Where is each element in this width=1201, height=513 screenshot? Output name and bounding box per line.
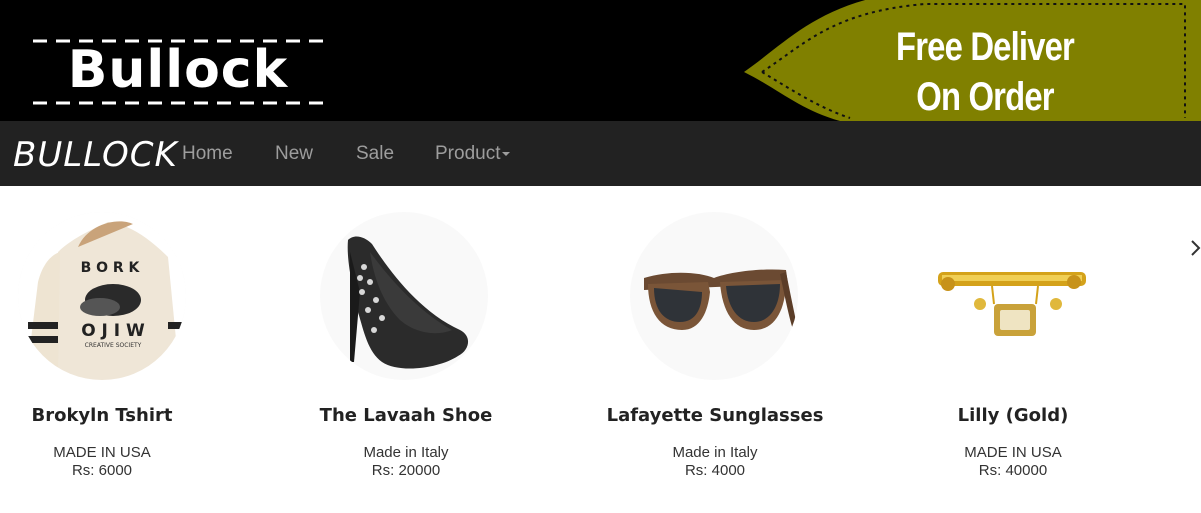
- tshirt-image[interactable]: B O R K O J I W CREATIVE SOCIETY: [18, 212, 186, 380]
- product-name[interactable]: Brokyln Tshirt: [0, 404, 247, 428]
- svg-text:O J I W: O J I W: [81, 321, 145, 341]
- nav-product-dropdown[interactable]: Product: [435, 142, 511, 166]
- gold-watch-illustration: [938, 272, 1086, 336]
- svg-text:B O R K: B O R K: [81, 260, 141, 276]
- sunglasses-illustration: [644, 269, 798, 332]
- banner-logo[interactable]: Bullock: [28, 34, 334, 110]
- product-name[interactable]: Lilly (Gold): [868, 404, 1158, 428]
- caret-down-icon: [502, 151, 511, 156]
- tshirt-illustration: B O R K O J I W CREATIVE SOCIETY: [18, 212, 186, 380]
- nav-new[interactable]: New: [275, 142, 313, 166]
- nav-sale[interactable]: Sale: [356, 142, 394, 166]
- product-price: Rs: 20000: [371, 462, 441, 479]
- sunglasses-image[interactable]: [630, 212, 798, 380]
- product-origin: MADE IN USA: [53, 444, 151, 461]
- shoe-illustration: [347, 236, 469, 369]
- promo-badge[interactable]: Free Deliver On Order: [740, 0, 1201, 121]
- product-price: Rs: 4000: [684, 462, 746, 479]
- promo-line-1: Free Deliver: [896, 25, 1075, 69]
- promo-text: Free Deliver On Order: [874, 22, 1095, 121]
- promo-line-2: On Order: [916, 75, 1054, 119]
- navbar-brand[interactable]: BULLOCK: [13, 135, 178, 175]
- carousel-next-button[interactable]: [1190, 238, 1201, 258]
- product-origin: Made in Italy: [672, 444, 758, 461]
- nav-home[interactable]: Home: [182, 142, 233, 166]
- svg-text:CREATIVE SOCIETY: CREATIVE SOCIETY: [85, 342, 142, 349]
- product-name[interactable]: Lafayette Sunglasses: [570, 404, 860, 428]
- gold-watch-image[interactable]: [928, 212, 1096, 380]
- nav-product-label: Product: [435, 143, 501, 164]
- shoe-image[interactable]: [320, 212, 488, 380]
- product-price: Rs: 40000: [978, 462, 1048, 479]
- product-origin: Made in Italy: [363, 444, 449, 461]
- product-origin: MADE IN USA: [964, 444, 1062, 461]
- chevron-right-icon: [1191, 240, 1201, 256]
- product-price: Rs: 6000: [71, 462, 133, 479]
- product-name[interactable]: The Lavaah Shoe: [261, 404, 551, 428]
- top-banner: Bullock Free Deliver On Order: [0, 0, 1201, 121]
- logo-text: Bullock: [67, 40, 289, 100]
- navbar: BULLOCK Home New Sale Product: [0, 121, 1201, 186]
